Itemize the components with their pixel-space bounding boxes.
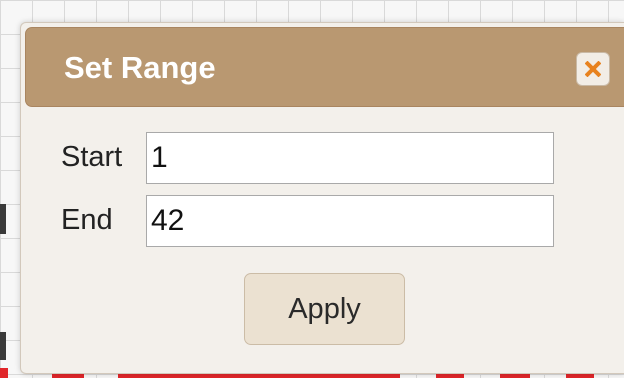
end-input[interactable]: [146, 195, 554, 247]
close-icon: [585, 61, 601, 77]
close-button[interactable]: [576, 52, 610, 86]
apply-button[interactable]: Apply: [244, 273, 405, 345]
end-label: End: [61, 204, 113, 236]
background-cell-marker: [0, 332, 6, 360]
background-red-cell: [0, 368, 8, 378]
background-cell-marker: [0, 204, 6, 234]
start-label: Start: [61, 141, 123, 173]
dialog-title: Set Range: [64, 50, 216, 85]
dialog-titlebar[interactable]: Set Range: [25, 27, 624, 107]
set-range-dialog: Set Range Start End Apply: [20, 22, 624, 374]
start-input[interactable]: [146, 132, 554, 184]
